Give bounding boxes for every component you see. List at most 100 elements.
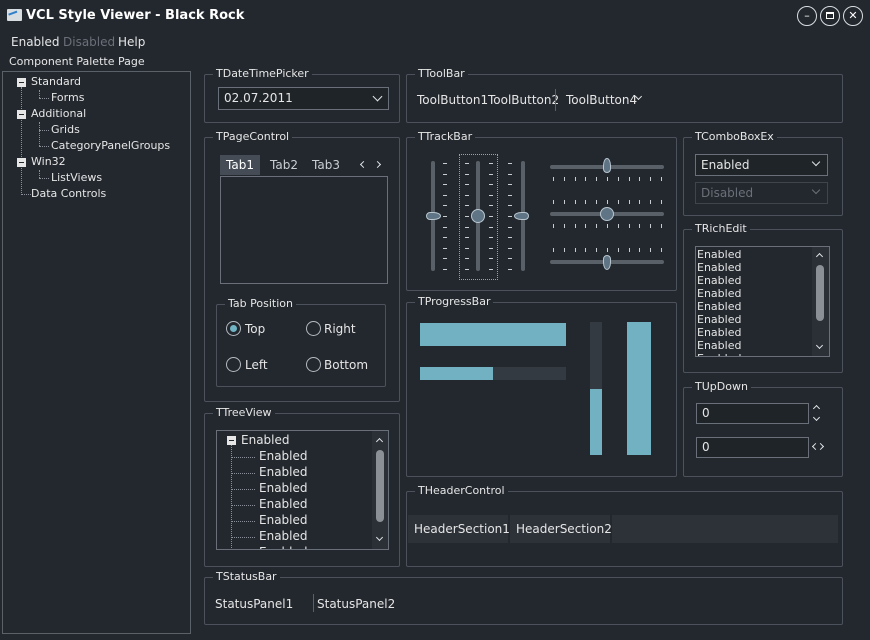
treeview-child[interactable]: Enabled [259,481,308,495]
tab-1[interactable]: Tab1 [220,155,260,175]
chevron-up-icon[interactable] [812,404,821,413]
trackbar-thumb[interactable] [514,212,529,220]
trackbar-tick [508,258,512,260]
trackbar-tick [489,226,493,228]
richedit-line: Enabled [697,261,742,274]
tree-node-win32[interactable]: Win32 [31,155,66,168]
date-picker-input[interactable]: 02.07.2011 [218,87,389,110]
trackbar-tick [563,200,565,204]
treeview-box[interactable]: Enabled Enabled Enabled Enabled Enabled Enab… [216,430,389,550]
treeview-root[interactable]: Enabled [241,433,290,447]
tree-node-category-panel-groups[interactable]: CategoryPanelGroups [51,139,170,152]
trackbar-tick [508,237,512,239]
collapse-icon[interactable] [17,158,26,167]
group-tab-position: Tab Position Top Right Left Bottom [216,297,386,387]
close-button[interactable]: ✕ [843,6,863,26]
maximize-icon [826,11,834,19]
header-section-2[interactable]: HeaderSection2 [510,515,612,543]
trackbar-thumb[interactable] [426,212,441,220]
radio-bottom[interactable] [306,357,321,372]
chevron-right-icon[interactable] [816,442,825,451]
richedit-line: Enabled [697,352,741,356]
menu-disabled[interactable]: Disabled [63,35,115,49]
chevron-down-icon [811,185,821,195]
tree-node-forms[interactable]: Forms [51,91,84,104]
group-title: TStatusBar [213,570,280,583]
chevron-left-icon[interactable] [359,160,368,169]
trackbar-tick [443,247,447,249]
trackbar-tick [489,184,493,186]
tab-3[interactable]: Tab3 [306,155,346,175]
trackbar-tick [617,248,619,252]
treeview-child[interactable]: Enabled [259,545,308,549]
collapse-icon[interactable] [17,78,26,87]
scrollbar-thumb[interactable] [376,450,384,522]
treeview-child[interactable]: Enabled [259,449,308,463]
chevron-right-icon[interactable] [373,160,382,169]
treeview-child[interactable]: Enabled [259,513,308,527]
toolbutton-1[interactable]: ToolButton1 [417,93,488,107]
chevron-down-icon[interactable] [812,413,821,422]
group-title: TComboBoxEx [692,130,777,143]
menu-enabled[interactable]: Enabled [11,35,60,49]
chevron-down-icon[interactable] [372,91,383,102]
group-title: TTreeView [213,406,275,419]
scrollbar-thumb[interactable] [816,265,824,321]
trackbar-tick [465,173,469,175]
menu-help[interactable]: Help [118,35,145,49]
trackbar-thumb[interactable] [600,207,614,221]
chevron-down-icon[interactable] [811,157,821,167]
group-title: TToolBar [415,67,468,80]
richedit-box[interactable]: Enabled Enabled Enabled Enabled Enabled Enabl… [695,246,830,357]
trackbar-tick [617,200,619,204]
trackbar-tick [553,177,554,181]
collapse-icon[interactable] [227,436,236,445]
trackbar-tick [443,269,447,270]
trackbar-thumb[interactable] [603,158,611,173]
group-title: TTrackBar [415,130,476,143]
trackbar-tick [489,216,493,217]
tree-node-grids[interactable]: Grids [51,123,80,136]
toolbutton-2[interactable]: ToolButton2 [488,93,559,107]
trackbar-tick [563,177,565,181]
radio-right[interactable] [306,321,321,336]
comboboxex-enabled[interactable]: Enabled [695,154,828,176]
tree-node-additional[interactable]: Additional [31,107,86,120]
updown-value-2: 0 [702,440,710,454]
trackbar-tick [489,205,493,207]
radio-left[interactable] [226,357,241,372]
tab-2[interactable]: Tab2 [264,155,304,175]
trackbar-tick [553,224,554,228]
richedit-line: Enabled [697,274,742,287]
treeview-child[interactable]: Enabled [259,465,308,479]
status-panel-2: StatusPanel2 [317,597,396,611]
trackbar-thumb[interactable] [603,255,611,270]
header-section-1[interactable]: HeaderSection1 [408,515,510,543]
tree-node-listviews[interactable]: ListViews [51,171,102,184]
trackbar-tick [443,184,447,186]
toolbutton-4[interactable]: ToolButton4 [566,93,637,107]
treeview-child[interactable]: Enabled [259,529,308,543]
updown-input-1[interactable]: 0 [696,403,809,424]
trackbar-tick [465,269,469,270]
toolbar-separator [555,89,556,111]
progressbar-fill [420,367,493,380]
app-icon [7,9,22,21]
trackbar-tick [661,200,662,204]
group-trackbar: TTrackBar [406,130,677,291]
tree-node-standard[interactable]: Standard [31,75,81,88]
palette-tree[interactable]: Standard Forms Additional Grids Category… [2,71,191,634]
trackbar-tick [465,216,469,217]
trackbar-tick [443,216,447,217]
tree-node-data-controls[interactable]: Data Controls [31,187,106,200]
radio-top[interactable] [226,321,241,336]
minimize-button[interactable]: – [797,6,817,26]
trackbar-thumb[interactable] [471,209,485,223]
treeview-child[interactable]: Enabled [259,497,308,511]
updown-input-2[interactable]: 0 [696,437,809,458]
group-title: TProgressBar [415,295,494,308]
collapse-icon[interactable] [17,110,26,119]
trackbar-tick [639,248,641,252]
maximize-button[interactable] [820,6,840,26]
window-title: VCL Style Viewer - Black Rock [26,8,245,23]
